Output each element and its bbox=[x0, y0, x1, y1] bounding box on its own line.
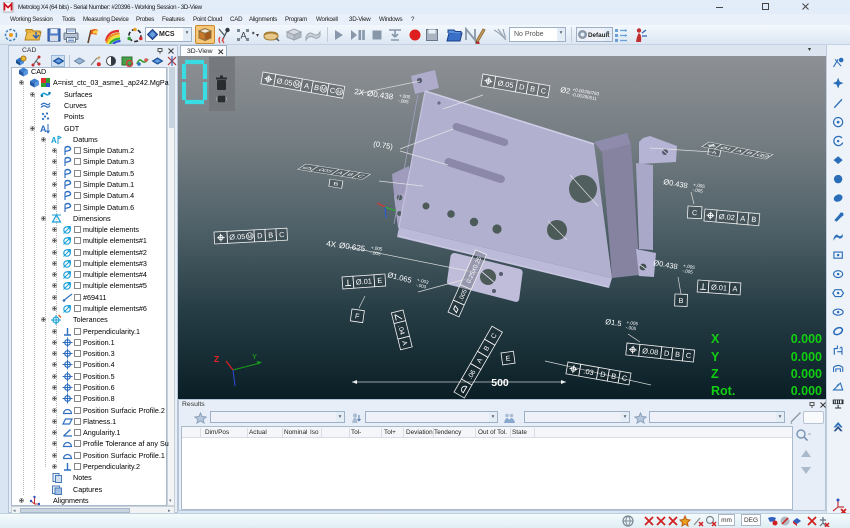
svg-text:Ø.08: Ø.08 bbox=[642, 346, 659, 357]
svg-text:B: B bbox=[678, 296, 683, 305]
svg-text:Ø.01: Ø.01 bbox=[356, 277, 373, 287]
svg-text:X: X bbox=[711, 332, 720, 346]
svg-text:Ø.01: Ø.01 bbox=[711, 283, 728, 293]
svg-text:Z: Z bbox=[711, 367, 719, 381]
svg-text:A: A bbox=[740, 214, 746, 223]
svg-text:D: D bbox=[257, 231, 263, 240]
svg-text:E: E bbox=[377, 276, 383, 285]
svg-text:B: B bbox=[268, 231, 273, 240]
svg-text:0.000: 0.000 bbox=[791, 332, 822, 346]
svg-text:M: M bbox=[247, 234, 252, 240]
svg-text:0.000: 0.000 bbox=[791, 350, 822, 364]
svg-text:Y: Y bbox=[711, 350, 720, 364]
svg-text:Ø2: Ø2 bbox=[560, 85, 571, 96]
svg-text:Ø.02: Ø.02 bbox=[719, 212, 736, 222]
svg-text:A: A bbox=[241, 31, 247, 41]
svg-text:2X: 2X bbox=[354, 87, 366, 97]
svg-text:Y: Y bbox=[252, 352, 257, 361]
svg-text:0.000: 0.000 bbox=[791, 367, 822, 381]
svg-text:Z: Z bbox=[214, 354, 219, 364]
svg-text:4X: 4X bbox=[326, 239, 338, 249]
svg-text:.03: .03 bbox=[583, 367, 595, 378]
svg-text:D: D bbox=[664, 349, 670, 359]
svg-text:C: C bbox=[692, 208, 698, 217]
svg-text:500: 500 bbox=[491, 377, 509, 389]
svg-text:B: B bbox=[751, 215, 757, 224]
svg-text:A: A bbox=[732, 284, 738, 293]
svg-text:Rot.: Rot. bbox=[711, 384, 735, 398]
svg-text:0.000: 0.000 bbox=[791, 384, 822, 398]
svg-text:Ø.05: Ø.05 bbox=[229, 232, 245, 242]
svg-text:B: B bbox=[333, 182, 338, 187]
svg-text:B: B bbox=[675, 350, 681, 359]
